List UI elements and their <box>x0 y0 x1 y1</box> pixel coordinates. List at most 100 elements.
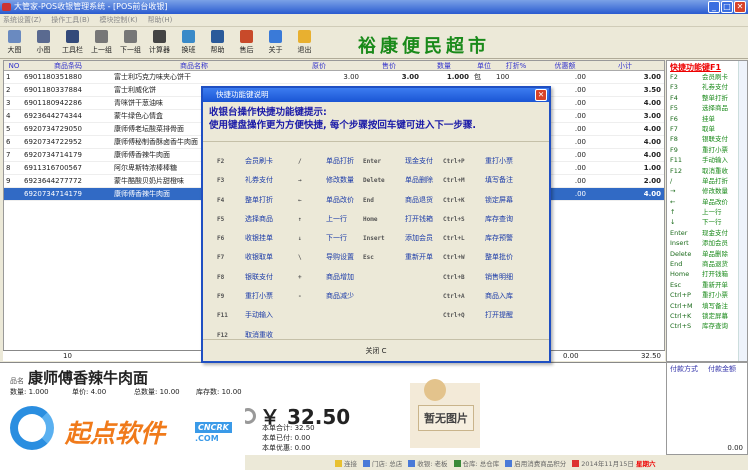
dialog-shortcut-key: - <box>298 293 302 301</box>
shortcut-item[interactable]: F3 礼券支付 <box>667 82 747 92</box>
scrollbar[interactable] <box>738 61 747 361</box>
column-header[interactable]: 商品条码 <box>24 61 112 71</box>
dialog-shortcut-key: Ctrl+S <box>443 215 465 223</box>
shortcut-item[interactable]: F9 重打小票 <box>667 145 747 155</box>
shortcut-item[interactable]: Ctrl+P 重打小票 <box>667 290 747 300</box>
shortcut-item[interactable]: F11 手动输入 <box>667 155 747 165</box>
shortcut-item[interactable]: ↑ 上一行 <box>667 207 747 217</box>
shortcut-item[interactable]: F8 银联支付 <box>667 134 747 144</box>
shortcut-action: 挂单 <box>702 114 715 123</box>
dialog-shortcut-key: Enter <box>363 158 382 165</box>
dialog-shortcut-key: F2 <box>217 158 225 165</box>
shortcut-item[interactable]: → 修改数量 <box>667 186 747 196</box>
menu-item[interactable]: 帮助(H) <box>148 14 173 26</box>
shortcut-item[interactable]: Delete 单品删除 <box>667 249 747 259</box>
menu-item[interactable]: 系统设置(Z) <box>3 14 41 26</box>
shortcut-item[interactable]: Ctrl+M 填写备注 <box>667 301 747 311</box>
toolbar-button-7[interactable]: 帮助 <box>203 28 232 58</box>
shortcut-item[interactable]: F4 整单打折 <box>667 93 747 103</box>
toolbar-button-0[interactable]: 大图 <box>0 28 29 58</box>
dialog-shortcut-item: F5 选择商品 <box>217 210 273 229</box>
toolbar-button-6[interactable]: 换班 <box>174 28 203 58</box>
dialog-close-icon[interactable]: ✕ <box>535 89 547 101</box>
dialog-close-button[interactable]: 关闭 C <box>365 347 386 355</box>
toolbar-button-1[interactable]: 小图 <box>29 28 58 58</box>
toolbar-button-9[interactable]: 关于 <box>261 28 290 58</box>
shortcut-item[interactable]: Ctrl+S 库存查询 <box>667 321 747 331</box>
toolbar-button-10[interactable]: 退出 <box>290 28 319 58</box>
shortcut-item[interactable]: Home 打开钱箱 <box>667 269 747 279</box>
dialog-shortcut-item: Ctrl+S 库存查询 <box>443 210 513 229</box>
shortcut-key: Delete <box>670 249 692 258</box>
shortcut-key: Insert <box>670 239 689 248</box>
order-paid: 本单已付: 0.00 <box>262 434 311 442</box>
shortcut-item[interactable]: Esc 重新开单 <box>667 280 747 290</box>
shortcut-item[interactable]: F6 挂单 <box>667 114 747 124</box>
toolbar-icon <box>153 30 166 43</box>
close-button[interactable]: ✕ <box>734 1 746 13</box>
table-cell: 8 <box>6 164 11 172</box>
dialog-shortcut-key: \ <box>298 254 302 262</box>
shortcut-item[interactable]: / 单品打折 <box>667 176 747 186</box>
column-header[interactable]: 原价 <box>279 61 359 71</box>
shortcut-action: 商品退货 <box>702 260 728 269</box>
dialog-shortcut-item: End 商品退货 <box>363 191 433 210</box>
store-banner: 裕康便民超市 <box>358 36 490 57</box>
shortcut-item[interactable]: Ctrl+K 锁定屏幕 <box>667 311 747 321</box>
dialog-shortcut-item: ← 单品改价 <box>298 191 354 210</box>
shortcut-item[interactable]: ↓ 下一行 <box>667 217 747 227</box>
status-store: 门店: 总店 <box>363 458 402 468</box>
shortcut-item[interactable]: F12 取消重收 <box>667 166 747 176</box>
table-cell: 6920734729050 <box>24 125 82 133</box>
toolbar-label: 大图 <box>7 46 22 54</box>
dialog-shortcut-key: Ctrl+W <box>443 254 465 262</box>
toolbar-icon <box>37 30 50 43</box>
toolbar-button-3[interactable]: 上一组 <box>87 28 116 58</box>
status-cashier: 收银: 老板 <box>408 458 448 468</box>
table-cell: 6920734714179 <box>24 190 82 198</box>
shortcut-item[interactable]: End 商品退货 <box>667 259 747 269</box>
table-cell: 6923644274344 <box>24 112 82 120</box>
menu-item[interactable]: 操作工具(B) <box>51 14 89 26</box>
column-header[interactable]: 小计 <box>589 61 661 71</box>
dialog-shortcut-action: 填写备注 <box>485 176 513 185</box>
app-icon <box>2 3 11 11</box>
maximize-button[interactable]: □ <box>721 1 733 13</box>
shortcut-key: F4 <box>670 93 678 102</box>
dialog-shortcut-action: 导购设置 <box>326 253 354 262</box>
dialog-shortcut-action: 选择商品 <box>245 214 273 223</box>
column-header[interactable]: 优惠额 <box>544 61 586 71</box>
column-header[interactable]: 打折% <box>496 61 536 71</box>
dialog-shortcut-action: 重打小票 <box>485 157 513 165</box>
watermark-text: 起点软件 <box>65 419 166 448</box>
dialog-shortcut-action: 上一行 <box>326 214 347 223</box>
product-stock: 库存数: 10.00 <box>196 388 242 396</box>
shortcut-key: → <box>670 187 676 196</box>
toolbar-button-5[interactable]: 计算器 <box>145 28 174 58</box>
shortcut-panel-title[interactable]: 快捷功能键F1 <box>667 61 747 72</box>
column-header[interactable]: 售价 <box>359 61 419 71</box>
shortcut-action: 选择商品 <box>702 104 728 113</box>
shortcut-item[interactable]: ← 单品改价 <box>667 197 747 207</box>
minimize-button[interactable]: _ <box>708 1 720 13</box>
column-header[interactable]: NO <box>6 61 22 71</box>
column-header[interactable]: 单位 <box>474 61 494 71</box>
shortcut-item[interactable]: F5 选择商品 <box>667 103 747 113</box>
menu-item[interactable]: 模块控制(K) <box>100 14 138 26</box>
toolbar-label: 上一组 <box>91 46 112 54</box>
shortcut-item[interactable]: F2 会员刷卡 <box>667 72 747 82</box>
table-row[interactable]: 1 6901180351880 富士利巧克力味夹心饼干 3.00 3.00 1.000 包 1… <box>4 71 664 84</box>
toolbar-button-4[interactable]: 下一组 <box>116 28 145 58</box>
dialog-shortcut-item: Ctrl+W 整单批价 <box>443 248 513 267</box>
shortcut-item[interactable]: Enter 现金支付 <box>667 228 747 238</box>
table-cell: 3 <box>6 99 11 107</box>
toolbar-button-2[interactable]: 工具栏 <box>58 28 87 58</box>
column-header[interactable]: 数量 <box>419 61 469 71</box>
column-header[interactable]: 商品名称 <box>114 61 274 71</box>
table-cell: 1.000 <box>446 73 469 81</box>
footer-total: 32.50 <box>640 352 661 360</box>
toolbar-label: 小图 <box>36 46 51 54</box>
toolbar-button-8[interactable]: 售后 <box>232 28 261 58</box>
shortcut-item[interactable]: F7 取单 <box>667 124 747 134</box>
shortcut-item[interactable]: Insert 添加会员 <box>667 238 747 248</box>
